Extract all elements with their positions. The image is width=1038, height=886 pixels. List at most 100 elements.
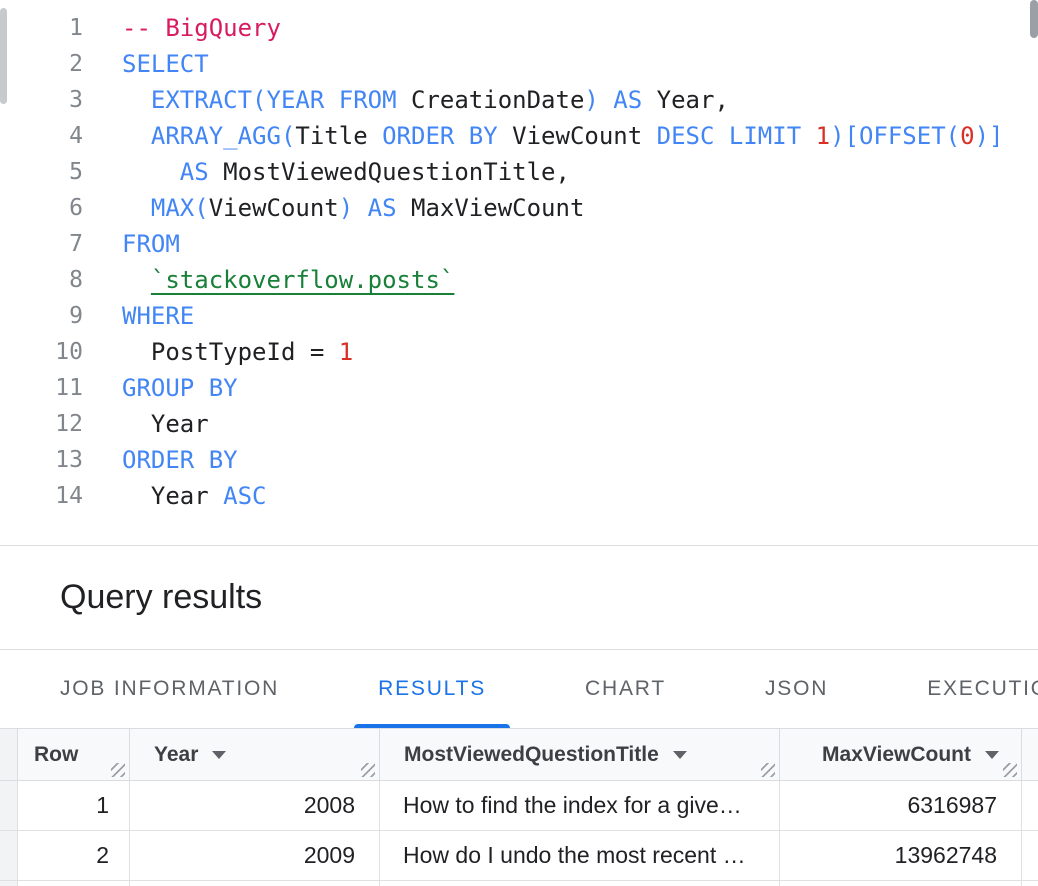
query-results-title: Query results bbox=[60, 578, 262, 617]
tab-execution-details[interactable]: EXECUTION DETAILS bbox=[903, 650, 1038, 728]
tab-json[interactable]: JSON bbox=[741, 650, 852, 728]
code-token: ) AS bbox=[339, 194, 411, 222]
line-number: 14 bbox=[0, 478, 83, 514]
code-token bbox=[122, 266, 151, 294]
code-token: DESC LIMIT bbox=[657, 122, 816, 150]
column-menu-caret-icon[interactable] bbox=[985, 751, 999, 759]
code-line: 1 -- BigQuery bbox=[0, 10, 1038, 46]
column-header-maxviewcount[interactable]: MaxViewCount bbox=[780, 729, 1022, 780]
code-token: 1 bbox=[816, 122, 830, 150]
code-token: MaxViewCount bbox=[411, 194, 584, 222]
column-resize-handle[interactable] bbox=[111, 763, 125, 777]
code-token: FROM bbox=[122, 230, 180, 258]
column-label: Year bbox=[154, 743, 198, 767]
code-line: 2 SELECT bbox=[0, 46, 1038, 82]
column-header-year[interactable]: Year bbox=[130, 729, 380, 780]
code-token: )[OFFSET( bbox=[830, 122, 960, 150]
code-text[interactable]: ARRAY_AGG(Title ORDER BY ViewCount DESC … bbox=[83, 118, 1003, 154]
code-text[interactable]: -- BigQuery bbox=[83, 10, 281, 46]
code-line: 11GROUP BY bbox=[0, 370, 1038, 406]
sql-editor[interactable]: 1-- BigQuery2SELECT3 EXTRACT(YEAR FROM C… bbox=[0, 0, 1038, 546]
code-token: AS bbox=[180, 158, 223, 186]
tab-job-information[interactable]: JOB INFORMATION bbox=[36, 650, 303, 728]
code-token: ViewCount bbox=[512, 122, 657, 150]
table-body: 12008How to find the index for a give…63… bbox=[0, 781, 1038, 886]
code-text[interactable]: FROM bbox=[83, 226, 180, 262]
row-filler-cell bbox=[1022, 881, 1038, 886]
code-token: 1 bbox=[339, 338, 353, 366]
column-resize-handle[interactable] bbox=[361, 763, 375, 777]
code-line: 7 FROM bbox=[0, 226, 1038, 262]
cell-mostviewedquestiontitle: How do I undo the most recent … bbox=[380, 831, 780, 880]
query-results-header: Query results bbox=[0, 546, 1038, 650]
code-text[interactable]: SELECT bbox=[83, 46, 209, 82]
code-text[interactable]: PostTypeId = 1 bbox=[83, 334, 353, 370]
code-line: 12 Year bbox=[0, 406, 1038, 442]
cell-empty bbox=[18, 881, 130, 886]
results-tabs: JOB INFORMATION RESULTS CHART JSON EXECUTION… bbox=[0, 650, 1038, 729]
cell-empty bbox=[380, 881, 780, 886]
line-number: 1 bbox=[0, 10, 83, 46]
column-label: Row bbox=[34, 743, 78, 767]
column-resize-handle[interactable] bbox=[761, 763, 775, 777]
code-text[interactable]: Year ASC bbox=[83, 478, 267, 514]
code-text[interactable]: `stackoverflow.posts` bbox=[83, 262, 454, 298]
code-token: ORDER BY bbox=[122, 446, 238, 474]
cell-row: 1 bbox=[18, 781, 130, 830]
line-number: 2 bbox=[0, 46, 83, 82]
code-line: 5 AS MostViewedQuestionTitle, bbox=[0, 154, 1038, 190]
column-label: MaxViewCount bbox=[822, 743, 971, 767]
code-token bbox=[122, 194, 151, 222]
cell-year: 2009 bbox=[130, 831, 380, 880]
code-token bbox=[122, 122, 151, 150]
code-token: -- BigQuery bbox=[122, 14, 281, 42]
cell-maxviewcount: 6316987 bbox=[780, 781, 1022, 830]
column-menu-caret-icon[interactable] bbox=[673, 751, 687, 759]
code-text[interactable]: MAX(ViewCount) AS MaxViewCount bbox=[83, 190, 584, 226]
tab-results[interactable]: RESULTS bbox=[354, 650, 510, 728]
code-text[interactable]: Year bbox=[83, 406, 209, 442]
table-row: 12008How to find the index for a give…63… bbox=[0, 781, 1038, 831]
code-token: CreationDate bbox=[411, 86, 584, 114]
code-text[interactable]: WHERE bbox=[83, 298, 194, 334]
code-token: MostViewedQuestionTitle, bbox=[223, 158, 570, 186]
code-line: 14 Year ASC bbox=[0, 478, 1038, 514]
cell-empty bbox=[130, 881, 380, 886]
code-text[interactable]: AS MostViewedQuestionTitle, bbox=[83, 154, 570, 190]
editor-vertical-scrollbar-thumb[interactable] bbox=[0, 8, 7, 104]
code-token: Year, bbox=[657, 86, 729, 114]
code-token: SELECT bbox=[122, 50, 209, 78]
line-number: 12 bbox=[0, 406, 83, 442]
code-token: Year bbox=[122, 482, 223, 510]
bigquery-console: 1-- BigQuery2SELECT3 EXTRACT(YEAR FROM C… bbox=[0, 0, 1038, 886]
row-filler-cell bbox=[1022, 831, 1038, 880]
table-reference-link[interactable]: `stackoverflow.posts` bbox=[151, 266, 454, 294]
results-table: Row Year MostViewedQuestionTitle MaxViewCou… bbox=[0, 729, 1038, 886]
cell-maxviewcount: 13962748 bbox=[780, 831, 1022, 880]
line-number: 7 bbox=[0, 226, 83, 262]
code-line: 6 MAX(ViewCount) AS MaxViewCount bbox=[0, 190, 1038, 226]
code-token: ORDER BY bbox=[382, 122, 512, 150]
column-header-row[interactable]: Row bbox=[18, 729, 130, 780]
line-number: 8 bbox=[0, 262, 83, 298]
code-line: 8 `stackoverflow.posts` bbox=[0, 262, 1038, 298]
line-number: 13 bbox=[0, 442, 83, 478]
line-number: 5 bbox=[0, 154, 83, 190]
column-label: MostViewedQuestionTitle bbox=[404, 743, 659, 767]
code-text[interactable]: ORDER BY bbox=[83, 442, 238, 478]
page-vertical-scrollbar-thumb[interactable] bbox=[1030, 0, 1038, 38]
line-number: 9 bbox=[0, 298, 83, 334]
tab-chart[interactable]: CHART bbox=[561, 650, 690, 728]
cell-year: 2008 bbox=[130, 781, 380, 830]
code-token bbox=[122, 158, 180, 186]
code-token: ViewCount bbox=[209, 194, 339, 222]
code-text[interactable]: EXTRACT(YEAR FROM CreationDate) AS Year, bbox=[83, 82, 729, 118]
line-number: 4 bbox=[0, 118, 83, 154]
code-token: )] bbox=[975, 122, 1004, 150]
code-text[interactable]: GROUP BY bbox=[83, 370, 238, 406]
column-menu-caret-icon[interactable] bbox=[212, 751, 226, 759]
code-token bbox=[122, 86, 151, 114]
column-header-mostviewedquestiontitle[interactable]: MostViewedQuestionTitle bbox=[380, 729, 780, 780]
code-token: GROUP BY bbox=[122, 374, 238, 402]
column-resize-handle[interactable] bbox=[1003, 763, 1017, 777]
